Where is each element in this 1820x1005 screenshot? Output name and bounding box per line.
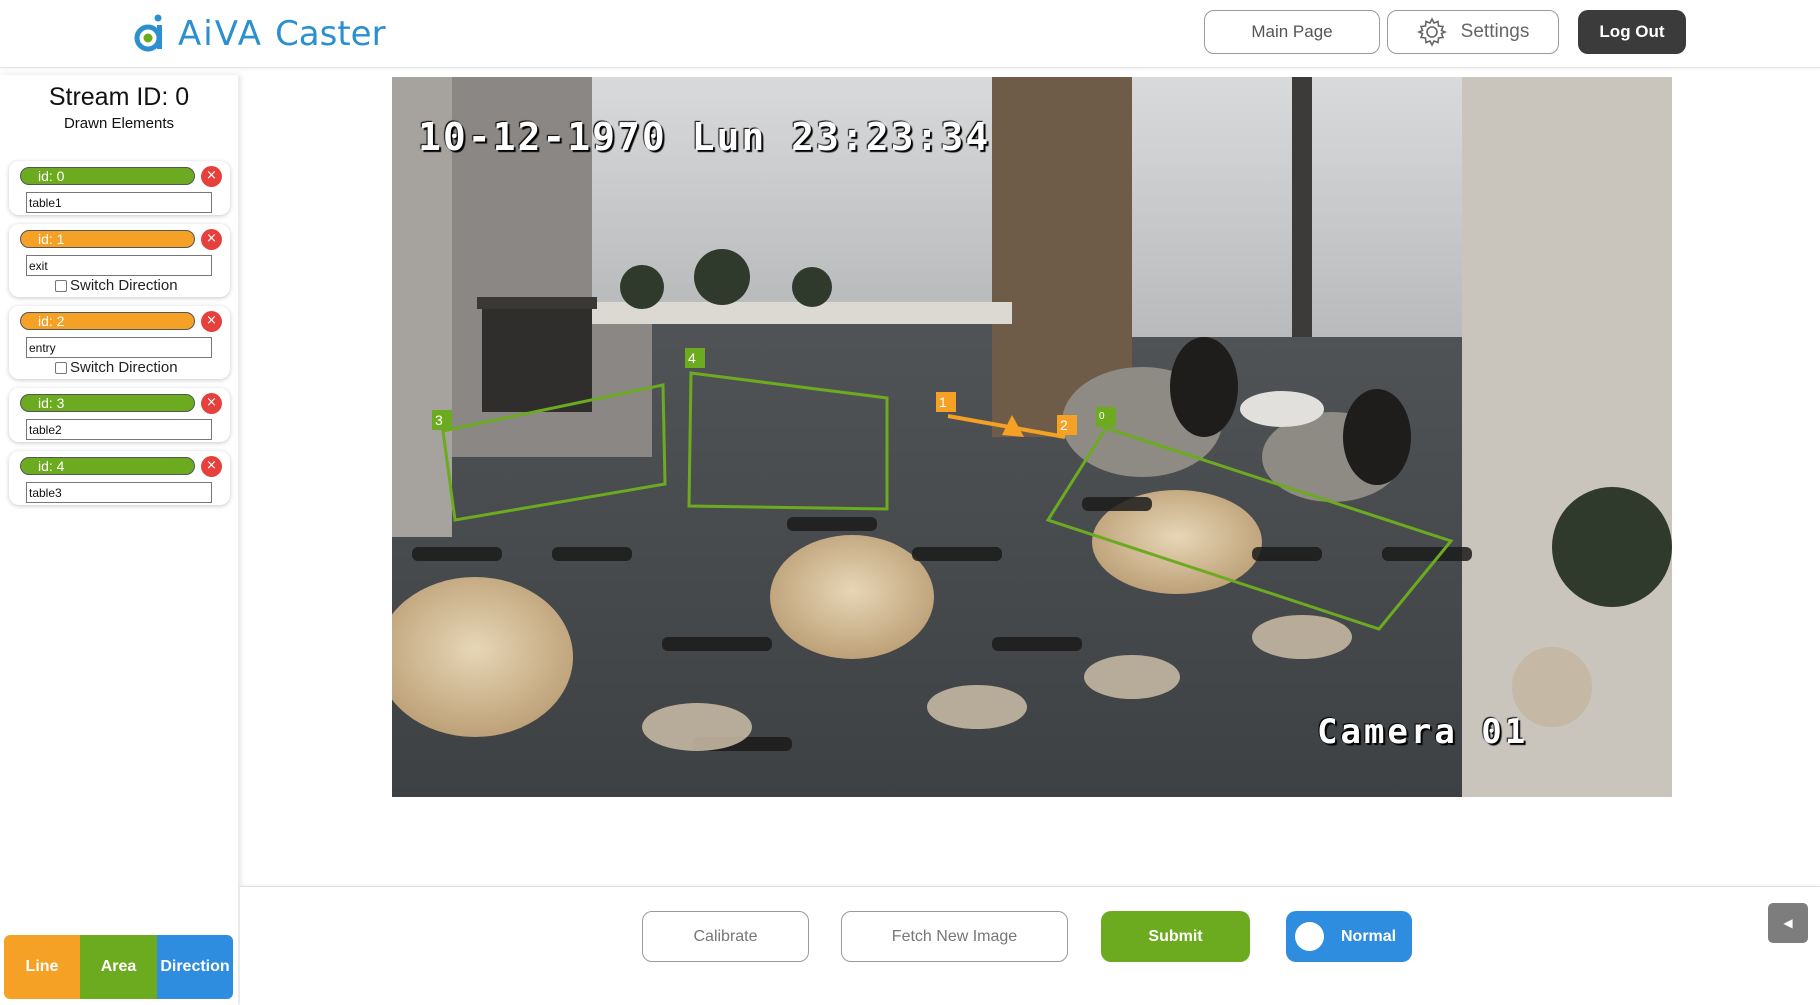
element-id-pill[interactable]: id: 2 [20,312,195,330]
element-card-4: id: 4 × [9,451,230,505]
line-tag-2[interactable]: 2 [1057,415,1077,435]
camera-timestamp: 10-12-1970 Lun 23:23:34 [418,115,991,159]
line-mode-button[interactable]: Line [4,935,80,999]
line-tag-1[interactable]: 1 [936,392,956,412]
close-icon[interactable]: × [201,311,222,332]
normal-label: Normal [1341,927,1397,945]
camera-label: Camera 01 [1317,712,1529,752]
area-mode-button[interactable]: Area [80,935,157,999]
element-list: id: 0 × id: 1 × Switch Direction id: 2 ×… [9,161,230,514]
logo: AiVA Caster [134,8,386,60]
switch-direction-row[interactable]: Switch Direction [55,277,178,294]
fetch-new-image-button[interactable]: Fetch New Image [841,911,1068,962]
close-icon[interactable]: × [201,166,222,187]
calibrate-button[interactable]: Calibrate [642,911,809,962]
element-name-input[interactable] [26,419,212,440]
sidebar: Stream ID: 0 Drawn Elements id: 0 × id: … [0,75,238,1005]
element-name-input[interactable] [26,482,212,503]
close-icon[interactable]: × [201,456,222,477]
logout-button[interactable]: Log Out [1578,10,1686,54]
top-header: AiVA Caster Main Page Settings Log Out [0,0,1820,68]
element-name-input[interactable] [26,337,212,358]
camera-scene [392,77,1672,797]
logo-icon [134,14,168,54]
element-card-3: id: 3 × [9,388,230,442]
draw-mode-bar: Line Area Direction [4,935,233,999]
main-page-button[interactable]: Main Page [1204,10,1380,54]
switch-direction-checkbox[interactable] [55,279,67,292]
element-name-input[interactable] [26,192,212,213]
toggle-knob [1295,922,1324,951]
element-id-pill[interactable]: id: 3 [20,394,195,412]
camera-frame[interactable]: 10-12-1970 Lun 23:23:34 Camera 01 3 4 1 … [392,77,1672,797]
drawn-elements-title: Drawn Elements [63,115,175,132]
element-card-1: id: 1 × Switch Direction [9,224,230,297]
element-card-0: id: 0 × [9,161,230,215]
element-card-2: id: 2 × Switch Direction [9,306,230,379]
stream-title: Stream ID: 0 [48,83,190,111]
element-id-pill[interactable]: id: 0 [20,167,195,185]
submit-button[interactable]: Submit [1101,911,1250,962]
area-tag-3[interactable]: 3 [432,410,452,430]
normal-mode-toggle[interactable]: Normal [1286,911,1412,962]
close-icon[interactable]: × [201,229,222,250]
switch-direction-row[interactable]: Switch Direction [55,359,178,376]
switch-direction-label: Switch Direction [70,277,178,294]
element-name-input[interactable] [26,255,212,276]
bottom-toolbar: Calibrate Fetch New Image Submit Normal … [240,886,1820,1005]
gear-icon [1416,17,1447,47]
close-icon[interactable]: × [201,393,222,414]
direction-mode-button[interactable]: Direction [157,935,233,999]
settings-button[interactable]: Settings [1387,10,1559,54]
area-tag-4[interactable]: 4 [685,348,705,368]
switch-direction-checkbox[interactable] [55,361,67,374]
settings-label: Settings [1460,21,1530,42]
area-tag-0[interactable]: 0 [1096,407,1116,427]
element-id-pill[interactable]: id: 4 [20,457,195,475]
switch-direction-label: Switch Direction [70,359,178,376]
logo-caster-text: Caster [275,14,386,54]
logo-aiva-text: AiVA [178,14,264,54]
element-id-pill[interactable]: id: 1 [20,230,195,248]
caret-left-icon[interactable]: ◀ [1768,903,1808,943]
